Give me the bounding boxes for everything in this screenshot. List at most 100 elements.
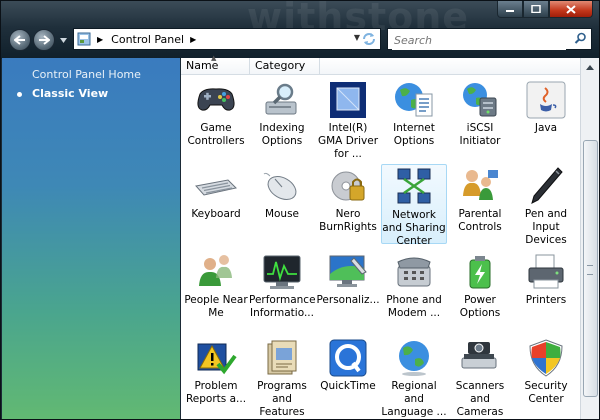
item-problem-reports[interactable]: Problem Reports a...	[183, 336, 249, 416]
breadcrumb-separator-icon[interactable]: ▶	[190, 35, 196, 44]
scanner-icon	[461, 342, 497, 369]
column-category[interactable]: Category	[255, 59, 305, 72]
item-scanners-cameras[interactable]: Scanners and Cameras	[447, 336, 513, 418]
item-keyboard[interactable]: Keyboard	[183, 164, 249, 244]
people-icon	[199, 255, 232, 286]
item-label: Scanners and Cameras	[455, 380, 505, 418]
security-icon	[529, 339, 563, 377]
item-label: Printers	[525, 294, 567, 306]
breadcrumb-control-panel[interactable]: Control Panel	[111, 33, 184, 46]
scroll-up-button[interactable]	[581, 58, 599, 76]
maximize-button[interactable]	[523, 1, 549, 18]
column-divider[interactable]	[319, 58, 320, 74]
control-panel-window: withstone ▶ Control Panel ▶ ▼ Search Con…	[0, 0, 600, 420]
item-network-sharing-center[interactable]: Network and Sharing Center	[381, 164, 447, 247]
refresh-button[interactable]	[359, 29, 379, 49]
recent-pages-dropdown[interactable]	[59, 35, 67, 45]
refresh-icon	[363, 33, 375, 45]
item-power-options[interactable]: Power Options	[447, 250, 513, 330]
item-game-controllers[interactable]: Game Controllers	[183, 78, 249, 158]
item-label: Nero BurnRights	[319, 208, 377, 233]
item-label: Keyboard	[191, 208, 241, 220]
network-icon	[397, 168, 431, 204]
close-button[interactable]	[549, 1, 593, 18]
close-icon	[566, 4, 576, 14]
maximize-icon	[531, 5, 541, 13]
search-input[interactable]	[392, 30, 566, 50]
item-quicktime[interactable]: QuickTime	[315, 336, 381, 416]
item-label: Game Controllers	[187, 122, 245, 147]
problem-reports-icon	[197, 343, 237, 375]
item-printers[interactable]: Printers	[513, 250, 579, 330]
item-regional-language[interactable]: Regional and Language ...	[381, 336, 447, 418]
back-button[interactable]	[9, 29, 31, 51]
back-arrow-icon	[14, 35, 25, 45]
address-bar[interactable]: ▶ Control Panel ▶ ▼	[73, 28, 381, 50]
control-panel-home-link[interactable]: Control Panel Home	[32, 68, 141, 81]
item-label: Indexing Options	[259, 122, 305, 147]
personalize-icon	[329, 255, 367, 287]
indexing-icon	[265, 83, 297, 115]
item-label: Phone and Modem ...	[386, 294, 442, 319]
item-java[interactable]: Java	[513, 78, 579, 158]
item-internet-options[interactable]: Internet Options	[381, 78, 447, 158]
control-panel-icon	[77, 32, 91, 46]
item-pen-input-devices[interactable]: Pen and Input Devices	[513, 164, 579, 246]
item-label: Network and Sharing Center	[382, 209, 446, 247]
item-parental-controls[interactable]: Parental Controls	[447, 164, 513, 244]
power-icon	[469, 256, 491, 289]
item-personalization[interactable]: Personaliz...	[315, 250, 381, 330]
regional-icon	[399, 341, 429, 376]
item-people-near-me[interactable]: People Near Me	[183, 250, 249, 330]
forward-arrow-icon	[39, 35, 50, 45]
search-box[interactable]	[387, 28, 592, 50]
item-label: Internet Options	[393, 122, 435, 147]
column-divider[interactable]	[249, 58, 250, 74]
breadcrumb-separator-icon[interactable]: ▶	[97, 35, 103, 44]
item-security-center[interactable]: Security Center	[513, 336, 579, 416]
pen-icon	[531, 167, 563, 204]
current-view-bullet	[17, 92, 22, 97]
parental-icon	[463, 170, 498, 200]
phone-icon	[397, 257, 431, 287]
chevron-up-icon	[586, 64, 594, 70]
quicktime-icon	[329, 339, 367, 377]
item-label: Security Center	[524, 380, 568, 405]
intel-gma-icon	[330, 82, 366, 118]
scroll-thumb[interactable]	[583, 140, 598, 397]
gamepad-icon	[197, 88, 235, 111]
java-icon	[526, 81, 566, 119]
item-label: People Near Me	[184, 294, 248, 319]
item-label: Programs and Features	[257, 380, 307, 418]
item-performance-information[interactable]: Performance Informatio...	[249, 250, 316, 330]
item-phone-modem[interactable]: Phone and Modem ...	[381, 250, 447, 330]
performance-icon	[263, 255, 301, 289]
item-mouse[interactable]: Mouse	[249, 164, 315, 244]
forward-button[interactable]	[33, 29, 55, 51]
item-indexing-options[interactable]: Indexing Options	[249, 78, 315, 158]
item-label: Pen and Input Devices	[524, 208, 568, 246]
title-bar: withstone ▶ Control Panel ▶ ▼ Search	[1, 1, 599, 59]
iscsi-icon	[463, 83, 497, 117]
item-label: Performance Informatio...	[249, 294, 316, 319]
item-label: Regional and Language ...	[381, 380, 447, 418]
internet-options-icon	[395, 83, 433, 117]
item-label: Intel(R) GMA Driver for ...	[317, 122, 379, 160]
item-label: Problem Reports a...	[185, 380, 247, 405]
item-label: QuickTime	[320, 380, 376, 392]
items-view: Name ▲ Category Game Controllers Indexin…	[181, 54, 580, 419]
search-icon[interactable]	[574, 32, 587, 45]
vertical-scrollbar[interactable]	[580, 58, 599, 419]
mouse-icon	[263, 172, 297, 200]
programs-icon	[267, 340, 297, 375]
chevron-down-icon	[59, 37, 67, 43]
keyboard-icon	[195, 179, 238, 196]
item-label: Java	[534, 122, 558, 134]
item-intel-gma[interactable]: Intel(R) GMA Driver for ...	[315, 78, 381, 160]
classic-view-link[interactable]: Classic View	[32, 87, 108, 100]
item-programs-features[interactable]: Programs and Features	[249, 336, 315, 418]
minimize-button[interactable]	[497, 1, 523, 18]
item-iscsi-initiator[interactable]: iSCSI Initiator	[447, 78, 513, 158]
item-nero-burnrights[interactable]: Nero BurnRights	[315, 164, 381, 244]
item-label: Personaliz...	[316, 294, 380, 306]
